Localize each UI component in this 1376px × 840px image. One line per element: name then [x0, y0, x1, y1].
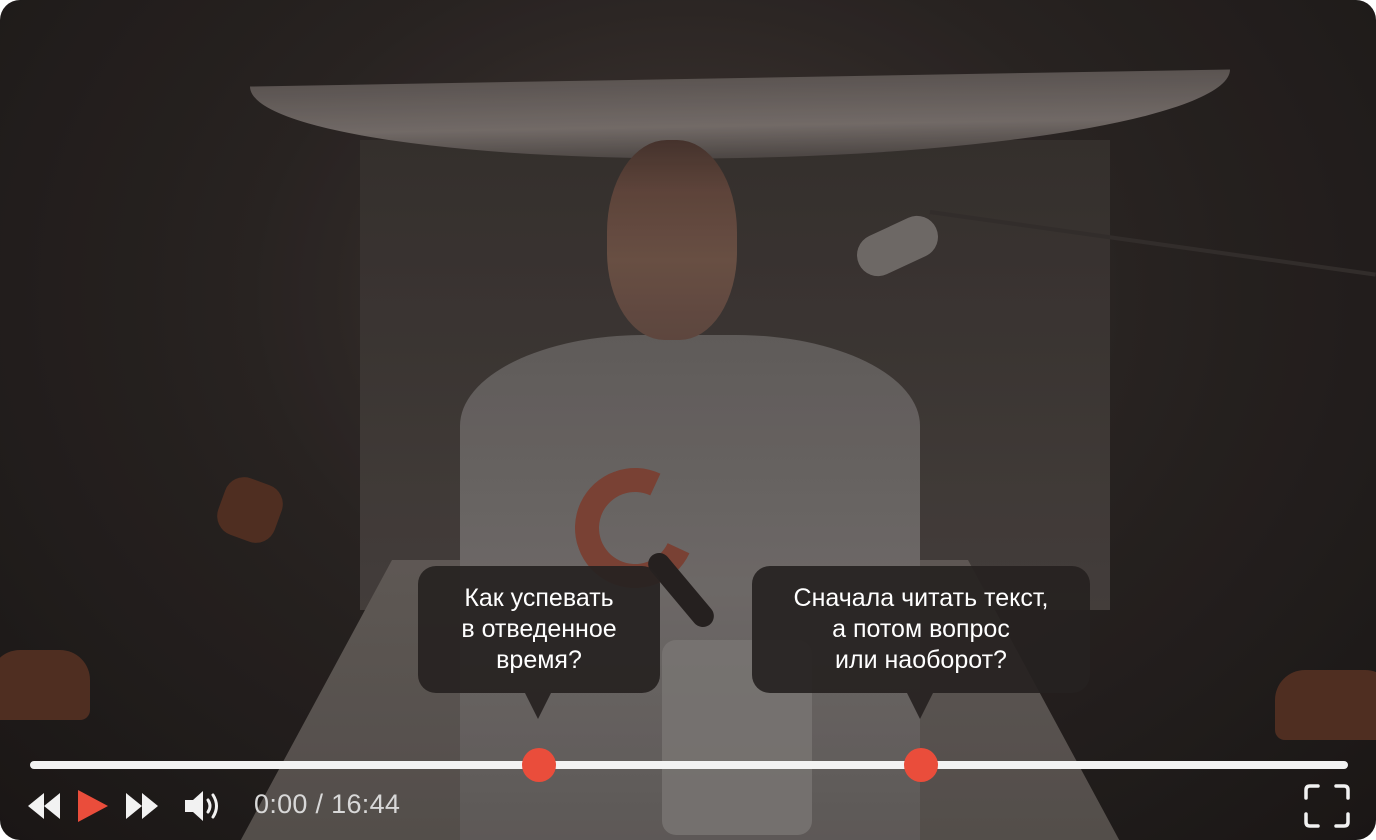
time-display: 0:00 / 16:44: [254, 789, 401, 819]
tooltip-line: а потом вопрос: [832, 615, 1010, 643]
forward-icon[interactable]: [126, 793, 158, 819]
volume-icon[interactable]: [185, 790, 225, 822]
tooltip-line: или наоборот?: [835, 646, 1007, 674]
progress-track[interactable]: [30, 761, 1348, 769]
play-icon[interactable]: [78, 790, 108, 822]
fullscreen-icon[interactable]: [1304, 784, 1350, 828]
chapter-marker-2[interactable]: [904, 748, 938, 782]
tooltip-line: в отведенное: [461, 615, 617, 643]
video-dim-overlay: [0, 0, 1376, 840]
control-bar: 0:00 / 16:44: [0, 782, 1376, 832]
tooltip-line: Сначала читать текст,: [793, 584, 1049, 612]
tooltip-line: Как успевать: [464, 584, 614, 612]
chapter-tooltip-1: Как успевать в отведенное время?: [418, 566, 660, 719]
chapter-tooltip-2: Сначала читать текст, а потом вопрос или…: [752, 566, 1090, 719]
rewind-icon[interactable]: [28, 793, 60, 819]
video-player[interactable]: Как успевать в отведенное время? Сначала…: [0, 0, 1376, 840]
tooltip-line: время?: [496, 646, 582, 674]
chapter-marker-1[interactable]: [522, 748, 556, 782]
